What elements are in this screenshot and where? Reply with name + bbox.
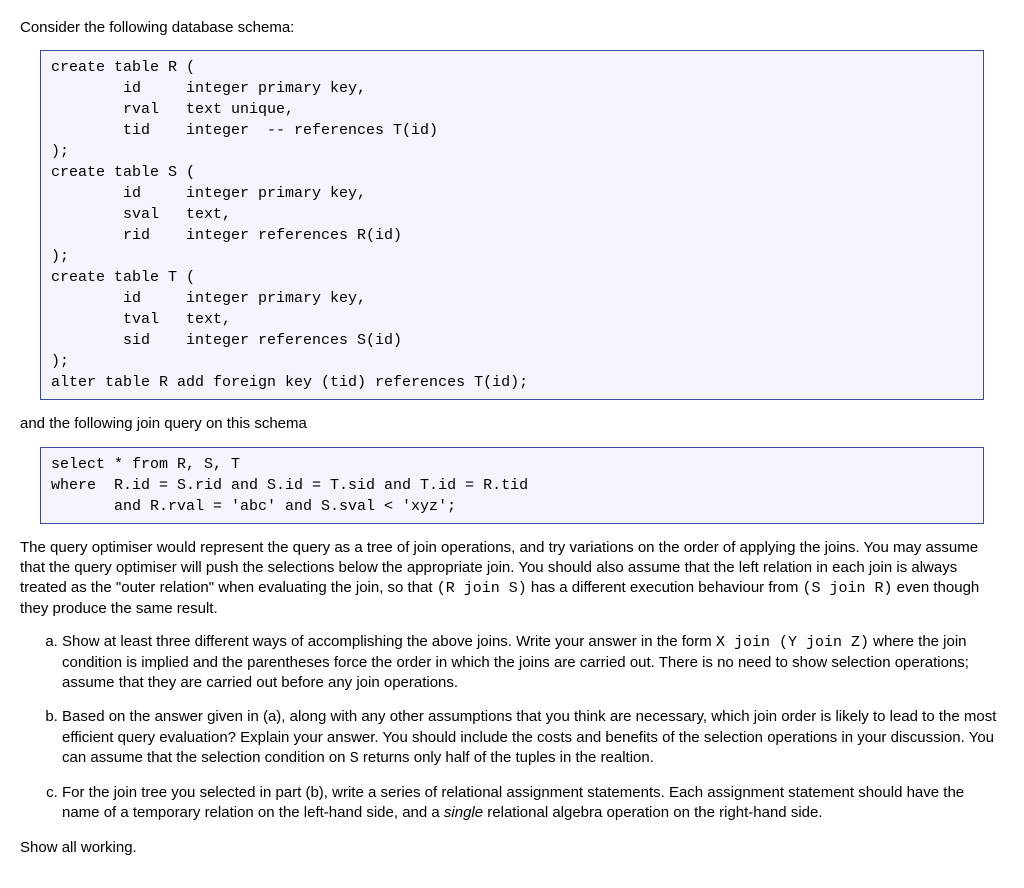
explain-code1: (R join S) — [437, 580, 527, 597]
intro-text: Consider the following database schema: — [20, 18, 1004, 38]
question-b: Based on the answer given in (a), along … — [62, 707, 1004, 769]
qc-after: relational algebra operation on the righ… — [483, 804, 822, 821]
qc-italic: single — [444, 804, 483, 821]
query-code-block: select * from R, S, T where R.id = S.rid… — [40, 447, 984, 524]
explanation-paragraph: The query optimiser would represent the … — [20, 538, 1004, 620]
question-a: Show at least three different ways of ac… — [62, 632, 1004, 694]
closing-text: Show all working. — [20, 838, 1004, 858]
explain-code2: (S join R) — [803, 580, 893, 597]
qa-before: Show at least three different ways of ac… — [62, 633, 716, 650]
qa-code: X join (Y join Z) — [716, 634, 869, 651]
mid-text: and the following join query on this sch… — [20, 414, 1004, 434]
explain-mid: has a different execution behaviour from — [527, 579, 803, 596]
qb-after: returns only half of the tuples in the r… — [359, 749, 654, 766]
question-c: For the join tree you selected in part (… — [62, 783, 1004, 824]
question-list: Show at least three different ways of ac… — [42, 632, 1004, 824]
qb-code: S — [350, 750, 359, 767]
schema-code-block: create table R ( id integer primary key,… — [40, 50, 984, 400]
